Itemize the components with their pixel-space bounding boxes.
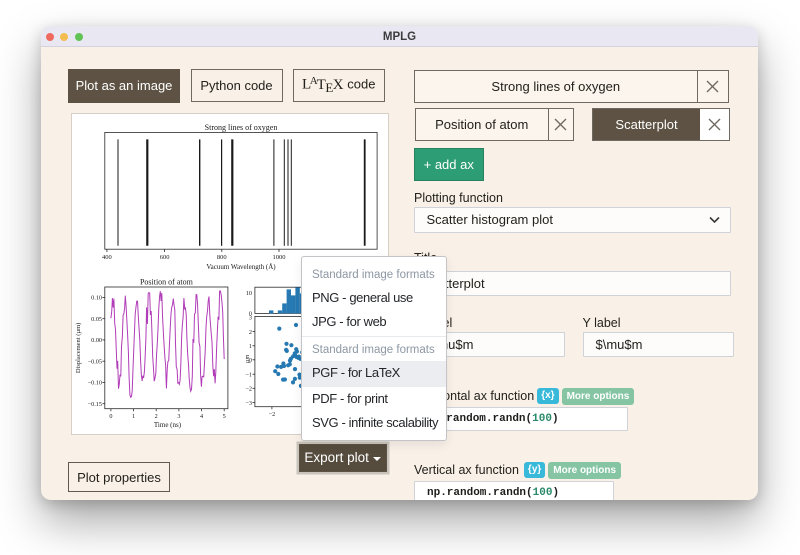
svg-text:2: 2: [248, 329, 251, 336]
svg-text:3: 3: [177, 413, 180, 420]
svg-text:600: 600: [159, 254, 169, 261]
svg-text:1: 1: [248, 343, 251, 350]
svg-text:400: 400: [102, 254, 112, 261]
svg-text:1000: 1000: [272, 254, 285, 261]
svg-text:2: 2: [154, 413, 157, 420]
svg-text:4: 4: [200, 413, 203, 420]
svg-text:Position of atom: Position of atom: [139, 278, 193, 287]
svg-text:−0.15: −0.15: [87, 401, 101, 408]
svg-text:µm: µm: [244, 354, 251, 363]
svg-text:0.05: 0.05: [91, 316, 102, 323]
svg-text:−0.05: −0.05: [87, 358, 101, 365]
svg-text:0.10: 0.10: [91, 295, 102, 302]
svg-text:Strong lines of oxygen: Strong lines of oxygen: [204, 123, 277, 132]
svg-text:Time (ns): Time (ns): [153, 421, 181, 429]
svg-text:−3: −3: [245, 400, 252, 407]
svg-text:Displacement (µm): Displacement (µm): [75, 323, 82, 374]
svg-text:−1: −1: [245, 372, 252, 379]
svg-text:−2: −2: [268, 411, 275, 418]
svg-text:10: 10: [245, 290, 251, 297]
svg-text:3: 3: [248, 314, 251, 321]
svg-text:Vacuum Wavelength (Å): Vacuum Wavelength (Å): [206, 263, 276, 271]
svg-text:1: 1: [132, 413, 135, 420]
svg-text:800: 800: [216, 254, 226, 261]
svg-text:−2: −2: [245, 386, 252, 393]
svg-text:0: 0: [109, 413, 112, 420]
svg-text:5: 5: [222, 413, 225, 420]
svg-text:0.00: 0.00: [91, 337, 102, 344]
svg-text:−0.10: −0.10: [87, 380, 101, 387]
